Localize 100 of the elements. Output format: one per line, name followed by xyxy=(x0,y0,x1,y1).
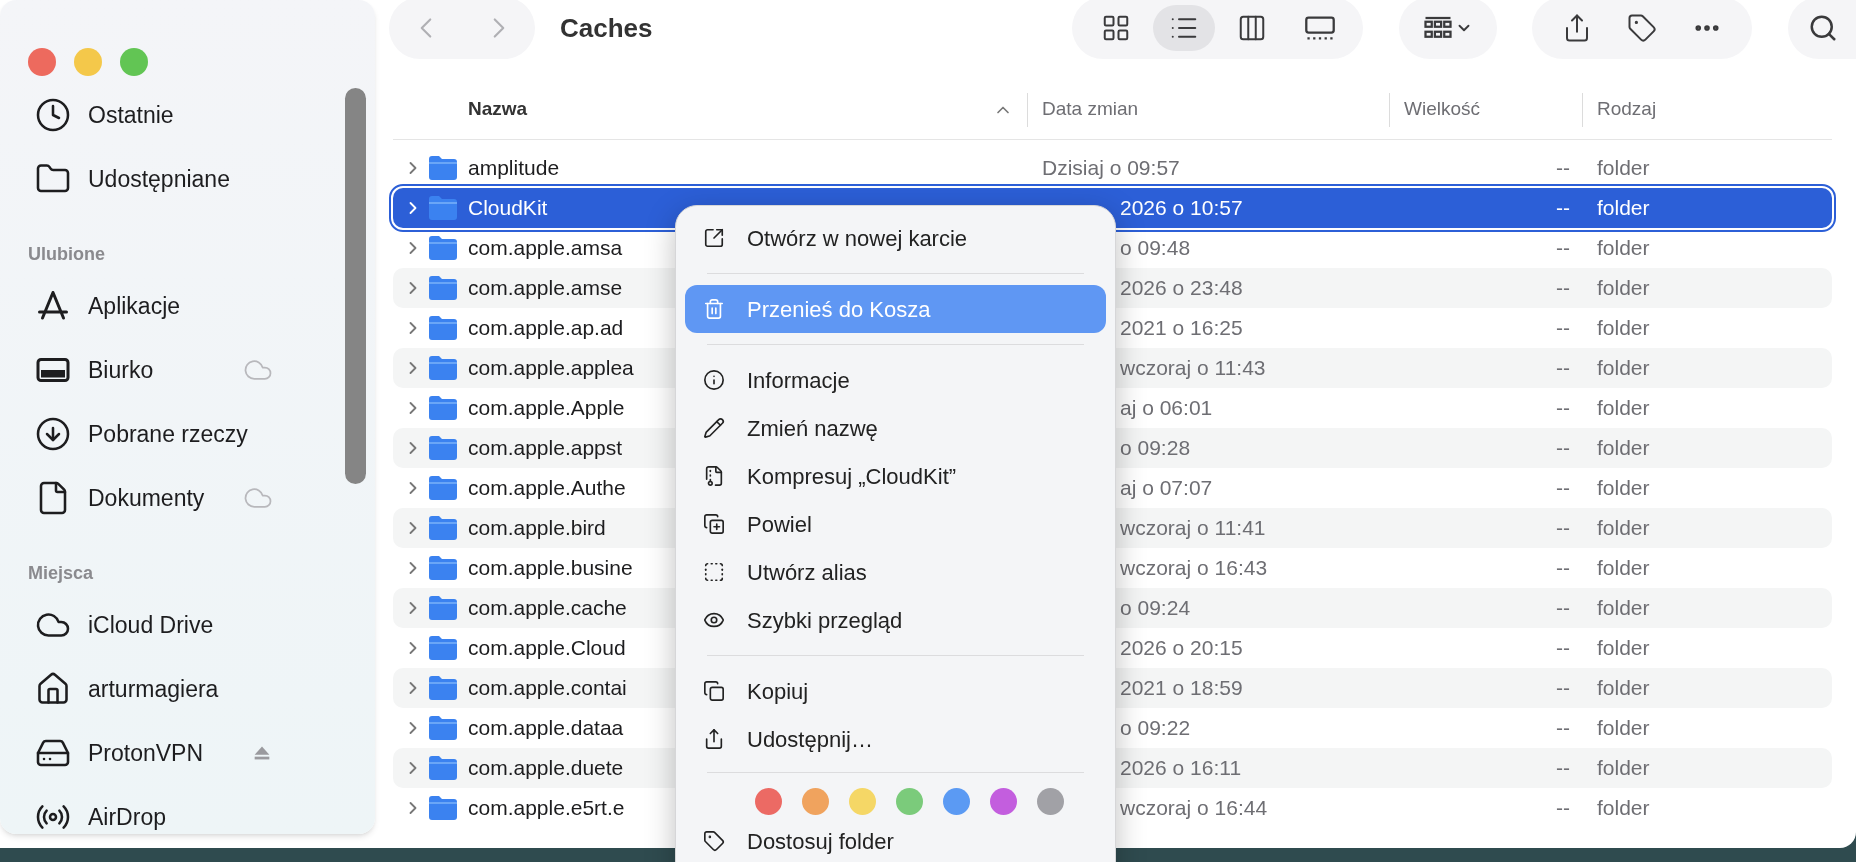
file-kind: folder xyxy=(1597,475,1650,502)
folder-icon xyxy=(428,235,458,261)
file-kind: folder xyxy=(1597,275,1650,302)
menu-item[interactable]: Kompresuj „CloudKit” xyxy=(685,452,1106,500)
sidebar-section-heading: Miejsca xyxy=(27,562,95,585)
folder-icon xyxy=(428,195,458,221)
file-kind: folder xyxy=(1597,515,1650,542)
menu-item[interactable]: Powiel xyxy=(685,500,1106,548)
window-title: Caches xyxy=(560,11,654,45)
sidebar-item[interactable]: arturmagiera xyxy=(0,657,375,721)
folder-icon xyxy=(428,795,458,821)
menu-item[interactable]: Szybki przegląd xyxy=(685,596,1106,644)
close-button[interactable] xyxy=(28,48,56,76)
file-kind: folder xyxy=(1597,355,1650,382)
file-name[interactable]: com.apple.applea xyxy=(468,352,634,384)
download-icon xyxy=(35,416,71,452)
sidebar-item[interactable]: Dokumenty xyxy=(0,466,375,530)
folder-icon xyxy=(428,315,458,341)
menu-item[interactable]: Kopiuj xyxy=(685,667,1106,715)
menu-item[interactable]: Zmień nazwę xyxy=(685,404,1106,452)
file-name[interactable]: com.apple.amse xyxy=(468,272,623,304)
modified-date: wczoraj o 11:43 xyxy=(1120,355,1266,382)
file-kind: folder xyxy=(1597,635,1650,662)
modified-date: wczoraj o 16:43 xyxy=(1120,555,1268,582)
file-name[interactable]: com.apple.appst xyxy=(468,432,623,464)
file-size: -- xyxy=(1556,515,1570,542)
file-name[interactable]: com.apple.busine xyxy=(468,552,633,584)
sidebar-item[interactable]: iCloud Drive xyxy=(0,593,375,657)
modified-date: aj o 06:01 xyxy=(1120,395,1213,422)
folder-icon xyxy=(428,155,458,181)
view-mode-button[interactable] xyxy=(1152,5,1215,51)
menu-item[interactable]: Udostępnij… xyxy=(685,715,1106,763)
file-size: -- xyxy=(1556,475,1570,502)
file-size: -- xyxy=(1556,795,1570,822)
sidebar-item[interactable]: ProtonVPN xyxy=(0,721,375,785)
file-name[interactable]: com.apple.Authe xyxy=(468,472,626,504)
tag-icon[interactable] xyxy=(1627,13,1657,43)
open-tab-icon xyxy=(703,227,725,249)
menu-item[interactable]: Utwórz alias xyxy=(685,548,1106,596)
file-size: -- xyxy=(1556,155,1570,182)
folder-icon xyxy=(428,395,458,421)
file-name[interactable]: amplitude xyxy=(468,152,560,184)
modified-date: wczoraj o 11:41 xyxy=(1120,515,1266,542)
folder-icon xyxy=(428,275,458,301)
file-kind: folder xyxy=(1597,795,1650,822)
file-size: -- xyxy=(1556,195,1570,222)
sidebar-item[interactable]: AirDrop xyxy=(0,785,375,848)
pencil-icon xyxy=(703,417,725,439)
modified-date: o 09:22 xyxy=(1120,715,1191,742)
file-name[interactable]: com.apple.ap.ad xyxy=(468,312,624,344)
modified-date: o 09:48 xyxy=(1120,235,1191,262)
column-header[interactable]: Data zmian xyxy=(1027,92,1389,127)
modified-date: Dzisiaj o 09:57 xyxy=(1042,155,1180,182)
file-kind: folder xyxy=(1597,395,1650,422)
modified-date: 2021 o 16:25 xyxy=(1120,315,1243,342)
search-icon xyxy=(1808,13,1838,43)
sidebar-item[interactable]: Biurko xyxy=(0,338,375,402)
folder-icon xyxy=(428,435,458,461)
file-kind: folder xyxy=(1597,195,1650,222)
folder-icon xyxy=(428,555,458,581)
search-button[interactable] xyxy=(1788,0,1856,59)
sidebar-item[interactable]: Udostępniane xyxy=(0,147,375,211)
tag-icon xyxy=(703,830,725,852)
modified-date: o 09:24 xyxy=(1120,595,1191,622)
clock-icon xyxy=(35,97,71,133)
file-name[interactable]: com.apple.Apple xyxy=(468,392,625,424)
file-size: -- xyxy=(1556,315,1570,342)
home-icon xyxy=(35,671,71,707)
sidebar-item[interactable]: Aplikacje xyxy=(0,274,375,338)
file-size: -- xyxy=(1556,755,1570,782)
sidebar-scrollbar-thumb[interactable] xyxy=(345,88,366,484)
modified-date: 2021 o 18:59 xyxy=(1120,675,1243,702)
menu-item[interactable]: Informacje xyxy=(685,356,1106,404)
file-name[interactable]: com.apple.amsa xyxy=(468,232,623,264)
file-name[interactable]: CloudKit xyxy=(468,192,548,224)
column-header[interactable]: Nazwa xyxy=(393,92,1027,127)
file-name[interactable]: com.apple.bird xyxy=(468,512,606,544)
folder-icon xyxy=(428,635,458,661)
sidebar-item[interactable]: Pobrane rzeczy xyxy=(0,402,375,466)
folder-icon xyxy=(428,755,458,781)
file-size: -- xyxy=(1556,435,1570,462)
menu-item[interactable]: Otwórz w nowej karcie xyxy=(685,214,1106,262)
column-header[interactable]: Rodzaj xyxy=(1582,92,1832,127)
file-name[interactable]: com.apple.e5rt.e xyxy=(468,792,625,824)
file-name[interactable]: com.apple.Cloud xyxy=(468,632,626,664)
duplicate-icon xyxy=(703,513,725,535)
file-name[interactable]: com.apple.dataa xyxy=(468,712,624,744)
file-kind: folder xyxy=(1597,315,1650,342)
modified-date: 2026 o 20:15 xyxy=(1120,635,1243,662)
sidebar-item[interactable]: Ostatnie xyxy=(0,83,375,147)
column-header[interactable]: Wielkość xyxy=(1389,92,1582,127)
alias-icon xyxy=(703,561,725,583)
file-kind: folder xyxy=(1597,675,1650,702)
file-name[interactable]: com.apple.contai xyxy=(468,672,627,704)
file-name[interactable]: com.apple.duete xyxy=(468,752,624,784)
trash-icon xyxy=(703,298,725,320)
copy-icon xyxy=(703,680,725,702)
file-size: -- xyxy=(1556,635,1570,662)
file-name[interactable]: com.apple.cache xyxy=(468,592,627,624)
menu-item[interactable]: Dostosuj folder xyxy=(703,822,1088,860)
